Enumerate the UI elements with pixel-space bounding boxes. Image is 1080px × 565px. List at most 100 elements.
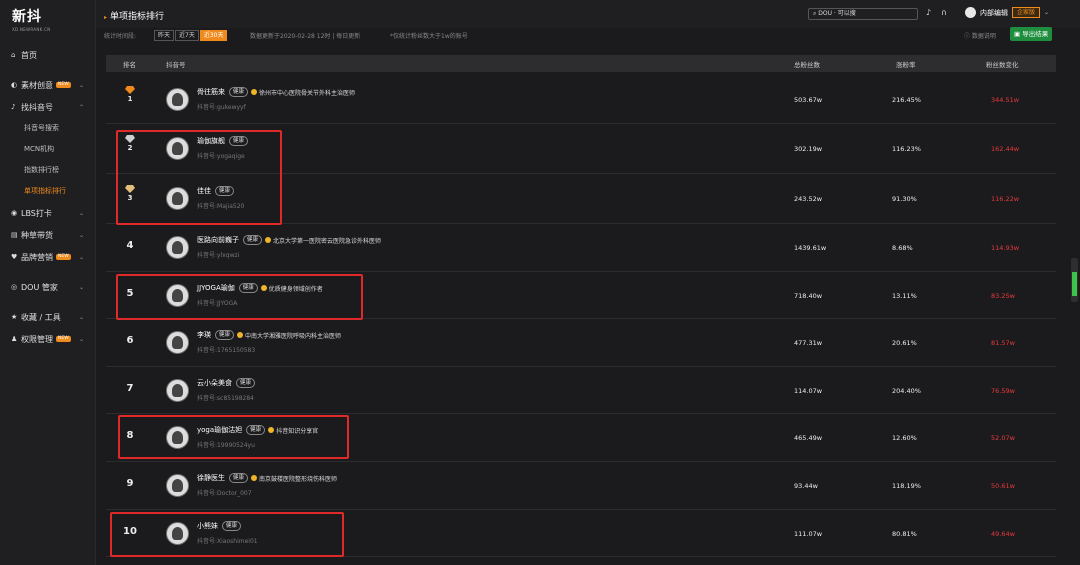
- total-fans: 114.07w: [794, 387, 823, 395]
- sidebar-subitem-search[interactable]: 抖音号搜索: [0, 118, 96, 139]
- data-help-link[interactable]: ⓘ 数据说明: [964, 31, 996, 40]
- avatar[interactable]: [166, 379, 189, 402]
- new-badge: NEW: [56, 254, 71, 260]
- fans-change: 76.59w: [991, 387, 1015, 395]
- chevron-up-icon: ⌃: [78, 103, 84, 111]
- header-account: 抖音号: [166, 61, 186, 69]
- sidebar-item-lbs[interactable]: ◉ LBS打卡 ⌄: [0, 202, 96, 224]
- header-fans[interactable]: 总粉丝数: [794, 59, 820, 69]
- sidebar-item-permission[interactable]: ♟ 权限管理 NEW ⌄: [0, 328, 96, 350]
- sidebar-subitem-single-rank[interactable]: 单项指标排行: [0, 181, 96, 202]
- help-icon: ⓘ: [964, 33, 972, 40]
- douyin-id: 抖音号:1765150583: [197, 347, 256, 354]
- account-name[interactable]: 骨往筋来: [197, 87, 225, 97]
- category-tag: 健康: [215, 330, 235, 340]
- user-menu[interactable]: 内部编辑 企家版 ⌄: [965, 7, 1049, 18]
- user-icon: ♟: [11, 335, 18, 343]
- verified-icon: [251, 89, 258, 95]
- account-name[interactable]: 徐静医生: [197, 473, 225, 483]
- verify-desc: 南京鼓楼医院整形烧伤科医师: [259, 475, 338, 483]
- total-fans: 111.07w: [794, 530, 823, 538]
- chevron-down-icon: ⌄: [78, 209, 84, 217]
- header-rate[interactable]: 涨粉率: [896, 59, 916, 69]
- scrollbar[interactable]: [1071, 258, 1078, 302]
- account-name[interactable]: 云小朵美食: [197, 378, 232, 388]
- sidebar-subitem-index-rank[interactable]: 指数排行榜: [0, 160, 96, 181]
- period-7d-button[interactable]: 近7天: [175, 30, 199, 41]
- sidebar-item-material[interactable]: ◐ 素材创意 NEW ⌄: [0, 74, 96, 96]
- growth-rate: 12.60%: [892, 434, 917, 442]
- table-header: 排名 抖音号 总粉丝数 涨粉率 粉丝数变化: [106, 55, 1056, 72]
- sidebar-item-find-account[interactable]: ♪ 找抖音号 ⌃: [0, 96, 96, 118]
- chevron-down-icon: ⌄: [78, 283, 84, 291]
- account-name[interactable]: 医路向前巍子: [197, 235, 239, 245]
- table-row[interactable]: 9 徐静医生 健康 南京鼓楼医院整形烧伤科医师 抖音号:Doctor_007 9…: [106, 462, 1056, 510]
- account-name[interactable]: 李瑛: [197, 330, 211, 340]
- sidebar-item-home[interactable]: ⌂ 首页: [0, 44, 96, 66]
- avatar[interactable]: [166, 474, 189, 497]
- growth-rate: 216.45%: [892, 96, 921, 104]
- sidebar-item-goods[interactable]: ▤ 种草带货 ⌄: [0, 224, 96, 246]
- logo[interactable]: 新抖 XD.NEWRANK.CN: [12, 6, 51, 32]
- table-row[interactable]: 1 骨往筋来 健康 徐州市中心医院骨关节外科主治医师 抖音号:gukewyyf …: [106, 76, 1056, 124]
- verified-icon: [251, 475, 258, 481]
- location-icon: ◉: [11, 209, 18, 217]
- sidebar-subitem-mcn[interactable]: MCN机构: [0, 139, 96, 160]
- douyin-icon[interactable]: ♪: [926, 8, 931, 17]
- search-input[interactable]: ⌕ DOU · 可以搜: [808, 8, 918, 20]
- verified-icon: [237, 332, 244, 338]
- table-row[interactable]: 4 医路向前巍子 健康 北京大学第一医院密云医院急诊外科医师 抖音号:ylxqw…: [106, 224, 1056, 272]
- account-name-line: 云小朵美食 健康: [197, 378, 256, 388]
- douyin-icon: ♪: [11, 103, 16, 111]
- period-30d-button[interactable]: 近30天: [199, 30, 228, 41]
- sidebar-item-brand[interactable]: ♥ 品牌营销 NEW ⌄: [0, 246, 96, 268]
- chevron-down-icon: ⌄: [78, 313, 84, 321]
- table-row[interactable]: 7 云小朵美食 健康 抖音号:sc85198284 114.07w 204.40…: [106, 367, 1056, 414]
- highlight-box: [118, 415, 349, 459]
- excel-icon: ▣: [1014, 30, 1023, 38]
- fans-change: 162.44w: [991, 145, 1020, 153]
- chevron-down-icon: ⌄: [78, 335, 84, 343]
- new-badge: NEW: [56, 82, 71, 88]
- sidebar-item-dou[interactable]: ◎ DOU 管家 ⌄: [0, 276, 96, 298]
- title-marker-icon: ▸: [104, 14, 108, 21]
- header-rank: 排名: [123, 61, 136, 69]
- sidebar: 新抖 XD.NEWRANK.CN ⌂ 首页 ◐ 素材创意 NEW ⌄ ♪ 找抖音…: [0, 0, 96, 565]
- sidebar-item-favorites[interactable]: ★ 收藏 / 工具 ⌄: [0, 306, 96, 328]
- category-tag: 健康: [243, 235, 263, 245]
- category-tag: 健康: [236, 378, 256, 388]
- star-icon: ★: [11, 313, 18, 321]
- rank-medal: 1: [106, 86, 154, 103]
- chevron-down-icon: ⌄: [78, 253, 84, 261]
- total-fans: 93.44w: [794, 482, 818, 490]
- fans-change: 83.25w: [991, 292, 1015, 300]
- total-fans: 718.40w: [794, 292, 823, 300]
- account-name-line: 骨往筋来 健康 徐州市中心医院骨关节外科主治医师: [197, 87, 355, 97]
- category-tag: 健康: [229, 473, 249, 483]
- stat-note: *仅统计粉丝数大于1w的账号: [390, 33, 468, 40]
- category-tag: 健康: [229, 87, 249, 97]
- fans-change: 49.64w: [991, 530, 1015, 538]
- sidebar-nav: ⌂ 首页 ◐ 素材创意 NEW ⌄ ♪ 找抖音号 ⌃ 抖音号搜索 MCN机构 指…: [0, 44, 96, 350]
- filter-bar: 统计时间段: 昨天 近7天 近30天 数据更新于2020-02-28 12时 |…: [104, 27, 1064, 42]
- dou-icon: ◎: [11, 283, 18, 291]
- header-change[interactable]: 粉丝数变化: [986, 59, 1019, 69]
- home-icon: ⌂: [11, 51, 16, 59]
- douyin-id: 抖音号:ylxqwzi: [197, 252, 240, 259]
- highlight-box: [116, 274, 363, 320]
- avatar[interactable]: [166, 236, 189, 259]
- heart-icon: ♥: [11, 253, 18, 261]
- total-fans: 503.67w: [794, 96, 823, 104]
- growth-rate: 91.30%: [892, 195, 917, 203]
- verify-desc: 徐州市中心医院骨关节外科主治医师: [259, 89, 356, 97]
- period-yesterday-button[interactable]: 昨天: [154, 30, 175, 41]
- chevron-down-icon: ⌄: [1044, 9, 1050, 16]
- table-row[interactable]: 6 李瑛 健康 中南大学湘雅医院呼吸内科主治医师 抖音号:1765150583 …: [106, 319, 1056, 367]
- highlight-box: [116, 130, 282, 225]
- avatar[interactable]: [166, 88, 189, 111]
- douyin-id: 抖音号:sc85198284: [197, 395, 254, 402]
- avatar[interactable]: [166, 331, 189, 354]
- export-button[interactable]: ▣ 导出结果: [1010, 27, 1053, 41]
- headset-icon[interactable]: ∩: [941, 8, 947, 17]
- plan-badge: 企家版: [1012, 7, 1041, 18]
